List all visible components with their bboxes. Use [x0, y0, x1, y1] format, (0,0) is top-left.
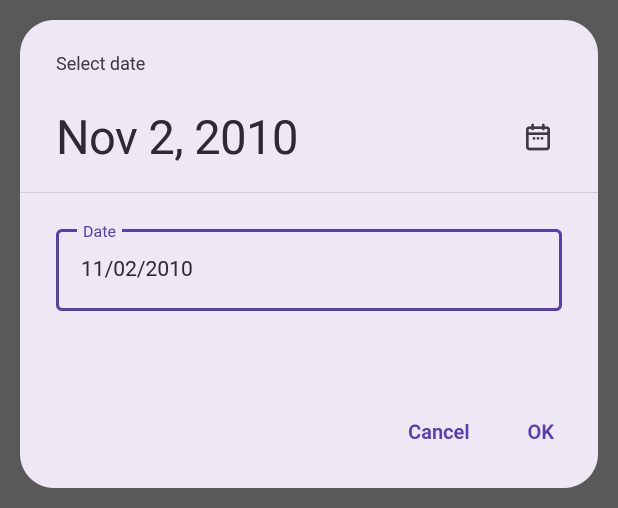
date-picker-dialog: Select date Nov 2, 2010	[20, 20, 598, 488]
calendar-icon	[522, 121, 554, 157]
dialog-header: Select date Nov 2, 2010	[20, 20, 598, 193]
text-field-outline: Date	[56, 229, 562, 311]
headline-row: Nov 2, 2010	[56, 111, 562, 166]
selected-date-headline: Nov 2, 2010	[56, 111, 298, 166]
input-area: Date	[20, 193, 598, 410]
text-field-label: Date	[77, 222, 122, 241]
ok-button[interactable]: OK	[520, 410, 562, 454]
date-text-field: Date	[56, 229, 562, 311]
dialog-actions: Cancel OK	[20, 410, 598, 488]
date-input[interactable]	[81, 258, 537, 282]
toggle-calendar-button[interactable]	[514, 115, 562, 163]
cancel-button[interactable]: Cancel	[400, 410, 477, 454]
dialog-title: Select date	[56, 54, 562, 75]
